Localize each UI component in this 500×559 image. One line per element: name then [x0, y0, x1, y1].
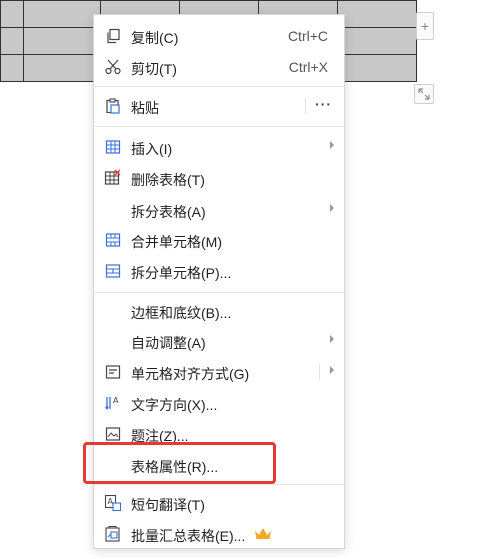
add-column-button[interactable]: + — [416, 12, 434, 40]
shortcut-text: Ctrl+C — [287, 28, 328, 44]
cell-align-icon — [104, 363, 122, 381]
menu-item-label: 删除表格(T) — [131, 172, 205, 188]
table-cell[interactable] — [337, 0, 417, 28]
table-cell[interactable] — [23, 54, 101, 82]
separator — [94, 292, 344, 293]
menu-item-merge-cells[interactable]: 合并单元格(M) — [94, 225, 344, 255]
menu-item-label: 合并单元格(M) — [131, 234, 222, 250]
menu-item-autofit[interactable]: 自动调整(A) — [94, 326, 344, 356]
menu-item-borders-shading[interactable]: 边框和底纹(B)... — [94, 296, 344, 326]
table-cell[interactable] — [0, 54, 24, 82]
menu-item-cell-alignment[interactable]: 单元格对齐方式(G) — [94, 357, 344, 387]
more-options-icon[interactable]: ··· — [315, 96, 332, 112]
batch-summary-icon — [104, 525, 122, 543]
menu-item-label: 自动调整(A) — [131, 335, 206, 351]
caption-icon — [104, 425, 122, 443]
menu-item-split-cells[interactable]: 拆分单元格(P)... — [94, 256, 344, 286]
svg-text:A: A — [113, 396, 119, 405]
table-cell[interactable] — [23, 0, 101, 28]
menu-item-text-direction[interactable]: A 文字方向(X)... — [94, 388, 344, 418]
split-cells-icon — [104, 262, 122, 280]
separator — [94, 126, 344, 127]
table-cell[interactable] — [337, 27, 417, 55]
menu-item-label: 拆分单元格(P)... — [131, 265, 232, 281]
separator — [319, 364, 320, 380]
submenu-arrow-icon — [330, 366, 334, 374]
table-cell[interactable] — [0, 27, 24, 55]
menu-item-label: 拆分表格(A) — [131, 204, 206, 220]
crown-icon — [255, 528, 271, 539]
menu-item-label: 文字方向(X)... — [131, 397, 218, 413]
menu-item-label: 单元格对齐方式(G) — [131, 366, 250, 382]
submenu-arrow-icon — [330, 335, 334, 343]
separator — [305, 98, 306, 114]
separator — [94, 484, 344, 485]
menu-item-label: 剪切(T) — [131, 61, 177, 77]
menu-item-copy[interactable]: 复制(C) Ctrl+C — [94, 21, 344, 51]
menu-item-translate[interactable]: A 短句翻译(T) — [94, 488, 344, 518]
scissors-icon — [104, 58, 122, 76]
menu-item-split-table[interactable]: 拆分表格(A) — [94, 195, 344, 225]
menu-item-label: 插入(I) — [131, 141, 173, 157]
table-cell[interactable] — [23, 27, 101, 55]
table-cell[interactable] — [0, 0, 24, 28]
table-cell[interactable] — [337, 54, 417, 82]
table-insert-icon — [104, 138, 122, 156]
highlight-annotation — [83, 442, 276, 484]
shortcut-text: Ctrl+X — [288, 59, 328, 75]
separator — [94, 86, 344, 87]
menu-item-batch-summary[interactable]: 批量汇总表格(E)... — [94, 519, 344, 549]
menu-item-insert[interactable]: 插入(I) — [94, 132, 344, 162]
plus-icon: + — [420, 18, 430, 34]
copy-icon — [104, 27, 122, 45]
paste-icon — [104, 97, 122, 115]
menu-item-label: 批量汇总表格(E)... — [131, 528, 246, 544]
resize-icon — [418, 88, 430, 100]
menu-item-label: 边框和底纹(B)... — [131, 305, 232, 321]
menu-item-label: 复制(C) — [131, 30, 179, 46]
table-resize-handle[interactable] — [414, 84, 434, 104]
table-delete-icon — [104, 169, 122, 187]
text-direction-icon: A — [104, 394, 122, 412]
menu-item-delete-table[interactable]: 删除表格(T) — [94, 163, 344, 193]
menu-item-label: 短句翻译(T) — [131, 497, 205, 513]
merge-cells-icon — [104, 231, 122, 249]
submenu-arrow-icon — [330, 204, 334, 212]
menu-item-paste[interactable]: 粘贴 ··· — [94, 91, 344, 121]
menu-item-cut[interactable]: 剪切(T) Ctrl+X — [94, 52, 344, 82]
menu-item-label: 粘贴 — [131, 100, 159, 116]
submenu-arrow-icon — [330, 141, 334, 149]
translate-icon: A — [104, 494, 122, 512]
